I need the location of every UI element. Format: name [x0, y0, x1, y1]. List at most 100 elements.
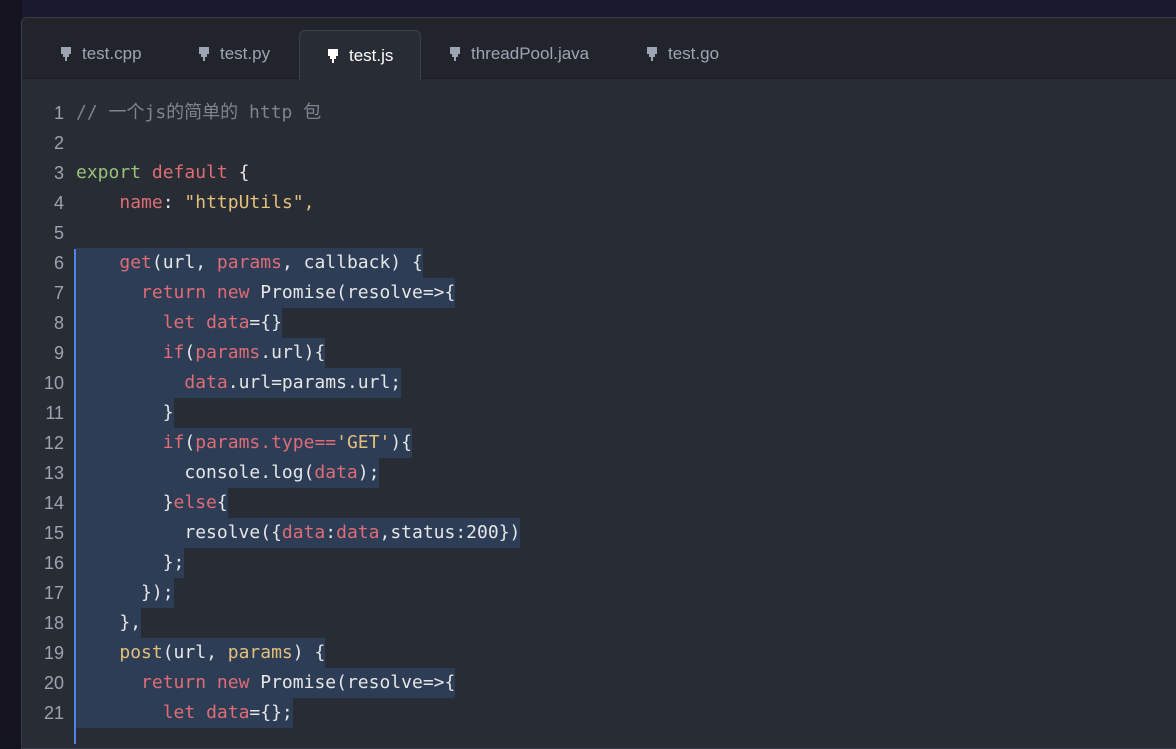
line-number: 17 [43, 583, 64, 603]
variable: data [314, 462, 358, 483]
line-code: let data={}; [76, 698, 293, 728]
code-text: : [162, 192, 185, 213]
code-text: : [325, 522, 337, 543]
code-text: ) { [292, 642, 326, 663]
line-number: 5 [53, 223, 64, 243]
line-code: export default { [76, 158, 249, 188]
tab-threadpool-java[interactable]: threadPool.java [449, 30, 589, 78]
keyword: return [141, 672, 207, 693]
code-text: ); [357, 462, 380, 483]
line-number: 20 [43, 673, 64, 693]
keyword: let [162, 702, 196, 723]
code-text: Promise(resolve=>{ [249, 282, 456, 303]
line-code: console.log(data); [76, 458, 380, 488]
line-code: get(url, params, callback) { [76, 248, 423, 278]
variable: data [336, 522, 380, 543]
code-line: 1 // 一个js的简单的 http 包 [22, 98, 1176, 128]
code-line: 17 }); [22, 578, 1176, 608]
line-number: 1 [53, 103, 64, 123]
code-line: 18 }, [22, 608, 1176, 638]
line-number: 7 [53, 283, 64, 303]
keyword: if [162, 432, 185, 453]
code-text: ( [184, 432, 196, 453]
line-number: 15 [43, 523, 64, 543]
tab-test-py[interactable]: test.py [198, 30, 270, 78]
function: post [119, 642, 163, 663]
comment: // 一个js的简单的 http 包 [76, 102, 322, 123]
code-line: 10 data.url=params.url; [22, 368, 1176, 398]
code-line: 11 } [22, 398, 1176, 428]
line-number: 10 [43, 373, 64, 393]
line-code: let data={} [76, 308, 282, 338]
tab-label: test.go [668, 44, 720, 63]
line-code: } [76, 398, 174, 428]
code-text: resolve({ [184, 522, 282, 543]
code-line: 5 [22, 218, 1176, 248]
tab-label: test.js [349, 45, 394, 65]
line-code: resolve({data:data,status:200}) [76, 518, 521, 548]
tab-label: test.cpp [82, 44, 142, 63]
code-text: ( [184, 342, 196, 363]
line-number: 14 [43, 493, 64, 513]
line-number: 16 [43, 553, 64, 573]
line-code: post(url, params) { [76, 638, 326, 668]
string: "httpUtils", [184, 192, 315, 213]
variable: data [206, 702, 250, 723]
pin-icon [646, 46, 660, 62]
code-line: 20 return new Promise(resolve=>{ [22, 668, 1176, 698]
code-line: 2 [22, 128, 1176, 158]
line-code: }, [76, 608, 142, 638]
line-number: 4 [53, 193, 64, 213]
desktop-background-left [0, 0, 22, 732]
code-editor[interactable]: 1 // 一个js的简单的 http 包 2 3 export default … [22, 79, 1176, 748]
code-text: ){ [390, 432, 412, 453]
keyword: if [162, 342, 185, 363]
code-editor-window: test.cpp test.py test.js threadPool.java… [21, 17, 1176, 749]
line-code: return new Promise(resolve=>{ [76, 278, 456, 308]
tab-test-js[interactable]: test.js [299, 30, 421, 80]
keyword: export [76, 162, 142, 183]
line-number: 2 [53, 133, 64, 153]
pin-icon [60, 46, 74, 62]
code-text: .url){ [260, 342, 326, 363]
code-text: } [162, 402, 174, 423]
line-code: if(params.url){ [76, 338, 326, 368]
variable: data [184, 372, 228, 393]
tab-test-cpp[interactable]: test.cpp [60, 30, 142, 78]
code-line: 14 }else{ [22, 488, 1176, 518]
code-line: 8 let data={} [22, 308, 1176, 338]
code-text: console.log( [184, 462, 315, 483]
line-number: 9 [53, 343, 64, 363]
code-text: .url=params.url; [227, 372, 402, 393]
line-code: data.url=params.url; [76, 368, 402, 398]
code-line: 7 return new Promise(resolve=>{ [22, 278, 1176, 308]
line-number: 19 [43, 643, 64, 663]
pin-icon [449, 46, 463, 62]
code-line: 13 console.log(data); [22, 458, 1176, 488]
code-text: { [227, 162, 250, 183]
line-code: }; [76, 548, 185, 578]
line-code: return new Promise(resolve=>{ [76, 668, 456, 698]
code-text: (url, [162, 642, 228, 663]
line-code: }else{ [76, 488, 228, 518]
code-text: ={} [249, 312, 282, 333]
tab-test-go[interactable]: test.go [646, 30, 719, 78]
code-text: { [216, 492, 228, 513]
code-text: }, [119, 612, 142, 633]
code-line: 4 name: "httpUtils", [22, 188, 1176, 218]
line-number: 11 [45, 403, 64, 423]
code-text: (url, [151, 252, 217, 273]
code-text: } [162, 492, 174, 513]
keyword: return [141, 282, 207, 303]
line-code: }); [76, 578, 174, 608]
param: params [195, 342, 261, 363]
property: name [119, 192, 163, 213]
line-code: // 一个js的简单的 http 包 [76, 98, 321, 128]
line-number: 12 [43, 433, 64, 453]
variable: data [281, 522, 326, 543]
keyword: default [151, 162, 228, 183]
line-code: name: "httpUtils", [76, 188, 314, 218]
desktop-background-strip [0, 0, 1176, 18]
line-number: 8 [53, 313, 64, 333]
code-text: }); [141, 582, 174, 603]
